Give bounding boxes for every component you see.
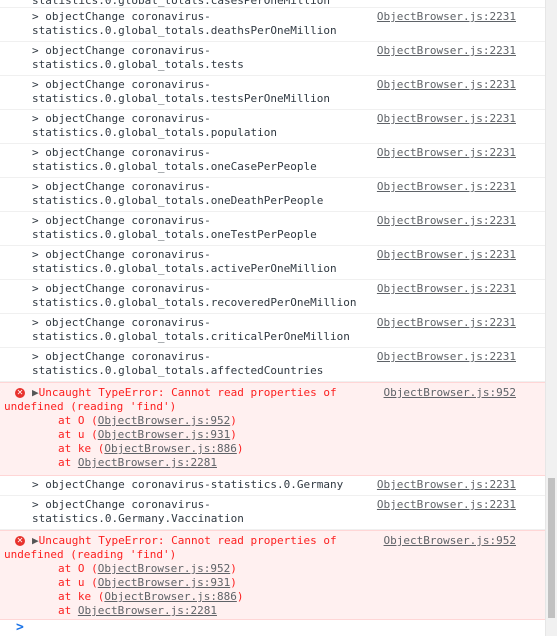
console-message: > objectChange coronavirus- [32,112,211,125]
console-log-row: > objectChange coronavirus-statistics.0.… [0,476,546,496]
stack-frame-prefix: at ke ( [58,442,105,455]
error-source-link[interactable]: ObjectBrowser.js:952 [384,534,516,548]
console-message-line2: statistics.0.global_totals.oneDeathPerPe… [32,194,324,207]
console-message-line2: statistics.0.global_totals.population [32,126,278,139]
console-message-line2: statistics.0.global_totals.deathsPerOneM… [32,24,337,37]
console-error-row: ✕ ▶Uncaught TypeError: Cannot read prope… [0,382,546,476]
console-log-row: > objectChange coronavirus-statistics.0.… [0,348,546,382]
scrollbar-thumb[interactable] [548,478,555,618]
log-source-link[interactable]: ObjectBrowser.js:2231 [377,282,516,296]
console-log-row: > objectChange coronavirus-statistics.0.… [0,8,546,42]
console-message-line2: statistics.0.global_totals.activePerOneM… [32,262,337,275]
console-message-line2: statistics.0.global_totals.recoveredPerO… [32,296,357,309]
log-source-link[interactable]: ObjectBrowser.js:2231 [377,214,516,228]
stack-frame-suffix: ) [236,442,244,455]
console-error-row: ✕ ▶Uncaught TypeError: Cannot read prope… [0,530,546,620]
console-log-row: > objectChange coronavirus-statistics.0.… [0,314,546,348]
console-log-row: > objectChange coronavirus-statistics.0.… [0,76,546,110]
console-message: > objectChange coronavirus- [32,316,211,329]
console-log-row: > objectChange coronavirus-statistics.0.… [0,280,546,314]
stack-frame: at O (ObjectBrowser.js:952) [58,414,237,428]
stack-frame-link[interactable]: ObjectBrowser.js:931 [98,576,230,589]
stack-frame-prefix: at u ( [58,576,98,589]
console-message: statistics.0.global_totals.casesPerOneMi… [32,0,331,7]
console-message-line2: statistics.0.global_totals.oneCasePerPeo… [32,160,317,173]
stack-frame: at ke (ObjectBrowser.js:886) [58,590,243,604]
console-log-row: > objectChange coronavirus-statistics.0.… [0,212,546,246]
console-message: > objectChange coronavirus- [32,282,211,295]
log-source-link[interactable]: ObjectBrowser.js:2231 [377,498,516,512]
console-message: > objectChange coronavirus- [32,146,211,159]
stack-frame: at u (ObjectBrowser.js:931) [58,576,237,590]
stack-frame-prefix: at O ( [58,562,98,575]
log-source-link[interactable]: ObjectBrowser.js:2231 [377,350,516,364]
console-message-line2: statistics.0.Germany.Vaccination [32,512,244,525]
console-log-row: > objectChange coronavirus- statistics.0… [0,496,546,530]
console-log-row: > objectChange coronavirus-statistics.0.… [0,246,546,280]
console-message: > objectChange coronavirus- [32,10,211,23]
stack-frame-link[interactable]: ObjectBrowser.js:952 [98,414,230,427]
console-log-row: > objectChange coronavirus-statistics.0.… [0,42,546,76]
console-message: > objectChange coronavirus- [32,44,211,57]
stack-frame-link[interactable]: ObjectBrowser.js:2281 [78,456,217,469]
stack-frame: at u (ObjectBrowser.js:931) [58,428,237,442]
stack-frame-suffix: ) [230,414,237,427]
console-message: > objectChange coronavirus- [32,248,211,261]
stack-frame-prefix: at [58,456,78,469]
stack-frame-prefix: at ke ( [58,590,105,603]
error-message-line2: undefined (reading 'find') [4,548,177,561]
stack-frame-link[interactable]: ObjectBrowser.js:886 [104,442,236,455]
stack-frame-link[interactable]: ObjectBrowser.js:2281 [78,604,217,617]
log-source-link[interactable]: ObjectBrowser.js:2231 [377,10,516,24]
console-message-line2: statistics.0.global_totals.testsPerOneMi… [32,92,331,105]
stack-frame: at ke (ObjectBrowser.js:886) [58,442,243,456]
console-message-line2: statistics.0.global_totals.tests [32,58,244,71]
console-prompt[interactable]: > [16,620,24,635]
vertical-scrollbar[interactable] [545,0,557,636]
log-source-link[interactable]: ObjectBrowser.js:2231 [377,248,516,262]
log-source-link[interactable]: ObjectBrowser.js:2231 [377,146,516,160]
error-source-link[interactable]: ObjectBrowser.js:952 [384,386,516,400]
log-source-link[interactable]: ObjectBrowser.js:2231 [377,316,516,330]
stack-frame-link[interactable]: ObjectBrowser.js:886 [104,590,236,603]
stack-frame-link[interactable]: ObjectBrowser.js:931 [98,428,230,441]
log-source-link[interactable]: ObjectBrowser.js:2231 [377,180,516,194]
console-message-line2: statistics.0.global_totals.affectedCount… [32,364,324,377]
error-message-line2: undefined (reading 'find') [4,400,177,413]
stack-frame-suffix: ) [236,590,244,603]
stack-frame-prefix: at O ( [58,414,98,427]
console-log-row: > objectChange coronavirus-statistics.0.… [0,144,546,178]
console-log-row: statistics.0.global_totals.casesPerOneMi… [0,0,546,8]
stack-frame: at O (ObjectBrowser.js:952) [58,562,237,576]
console-message: > objectChange coronavirus- [32,350,211,363]
console-message-line2: statistics.0.global_totals.oneTestPerPeo… [32,228,317,241]
console-message-line2: statistics.0.global_totals.criticalPerOn… [32,330,350,343]
stack-frame: at ObjectBrowser.js:2281 [58,604,217,618]
error-icon: ✕ [15,536,25,546]
console-message: > objectChange coronavirus- [32,180,211,193]
console-message: > objectChange coronavirus- [32,78,211,91]
log-source-link[interactable]: ObjectBrowser.js:2231 [377,478,516,492]
error-message: ▶Uncaught TypeError: Cannot read propert… [32,386,337,399]
error-icon: ✕ [15,388,25,398]
console-panel: statistics.0.global_totals.casesPerOneMi… [0,0,546,636]
log-source-link[interactable]: ObjectBrowser.js:2231 [377,78,516,92]
log-source-link[interactable]: ObjectBrowser.js:2231 [377,44,516,58]
console-message: > objectChange coronavirus- [32,214,211,227]
stack-frame-link[interactable]: ObjectBrowser.js:952 [98,562,230,575]
console-message: > objectChange coronavirus- [32,498,211,511]
error-message: ▶Uncaught TypeError: Cannot read propert… [32,534,337,547]
log-source-link[interactable]: ObjectBrowser.js:2231 [377,112,516,126]
stack-frame-suffix: ) [230,562,237,575]
stack-frame: at ObjectBrowser.js:2281 [58,456,217,470]
console-log-row: > objectChange coronavirus-statistics.0.… [0,178,546,212]
console-message: > objectChange coronavirus-statistics.0.… [32,478,344,491]
stack-frame-suffix: ) [230,576,237,589]
stack-frame-prefix: at u ( [58,428,98,441]
console-log-row: > objectChange coronavirus-statistics.0.… [0,110,546,144]
stack-frame-prefix: at [58,604,78,617]
stack-frame-suffix: ) [230,428,237,441]
